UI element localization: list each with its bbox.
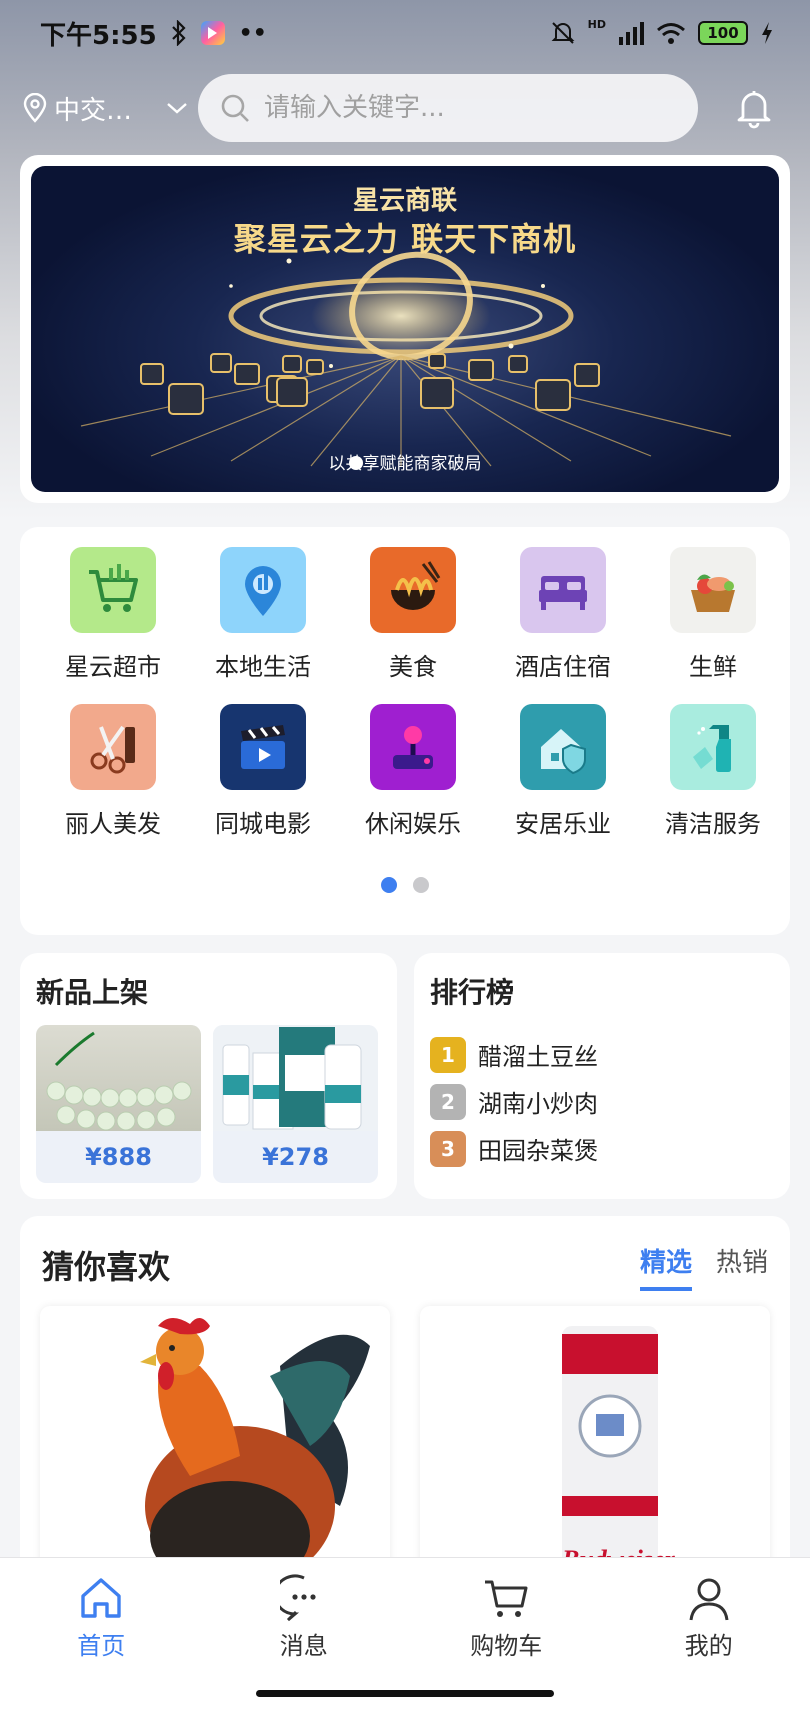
cart-icon [89,564,138,612]
pager-dot-active[interactable] [381,877,397,893]
clapperboard-icon [241,725,285,769]
category-label: 安居乐业 [515,810,611,838]
tab-hot-sales[interactable]: 热销 [716,1242,768,1291]
banner-card: 星云商联 聚星云之力 联天下商机 以共享赋能商家破局 [20,155,790,503]
category-label: 星云超市 [65,653,161,681]
rank-badge: 3 [430,1130,466,1167]
map-pin-icon [245,566,281,616]
bottom-tab-bar: 首页 消息 购物车 我的 [0,1557,810,1710]
home-indicator[interactable] [256,1690,554,1697]
recommendations-title: 猜你喜欢 [42,1248,171,1286]
status-time: 下午5:55 [40,20,157,51]
location-pin-icon [23,93,47,123]
ranking-title: 排行榜 [430,976,515,1009]
ranking-item-name: 醋溜土豆丝 [478,1043,598,1071]
category-supermarket[interactable]: 星云超市 [38,547,188,682]
tab-label: 消息 [279,1632,328,1660]
basket-icon [691,574,735,612]
category-beauty[interactable]: 丽人美发 [38,704,188,839]
category-card: 星云超市 本地生活 美食 酒店住宿 生鲜 丽人美发 同城电影 休闲娱乐 安居乐业… [20,527,790,935]
ranking-item[interactable]: 3 田园杂菜煲 [430,1125,774,1172]
bed-icon [539,576,587,610]
tab-home[interactable]: 首页 [0,1558,203,1710]
wifi-icon [657,23,685,44]
category-entertainment[interactable]: 休闲娱乐 [338,704,488,839]
ranking-item[interactable]: 1 醋溜土豆丝 [430,1031,774,1078]
tab-label: 首页 [77,1632,126,1660]
ranking-list: 1 醋溜土豆丝 2 湖南小炒肉 3 田园杂菜煲 [430,1031,774,1172]
noodle-bowl-icon [391,561,441,610]
app-notification-icon [200,21,225,45]
tab-label: 购物车 [470,1632,543,1660]
category-label: 清洁服务 [665,810,761,838]
category-cinema[interactable]: 同城电影 [188,704,338,839]
category-label: 生鲜 [689,653,737,681]
battery-indicator: 100 [698,21,748,45]
network-type: HD [587,18,606,31]
status-bar: 下午5:55 •• HD 100 [0,0,810,66]
category-label: 同城电影 [215,810,311,838]
house-shield-icon [541,729,586,775]
more-notifications-icon: •• [238,20,267,46]
recommendations-tabs: 精选 热销 [639,1242,768,1291]
signal-icon [619,22,644,45]
charging-icon [762,22,772,44]
category-label: 丽人美发 [65,810,161,838]
chevron-down-icon [167,103,187,114]
mute-bell-icon [551,22,575,44]
disinfectant-products-image [213,1025,378,1131]
search-bar[interactable] [198,74,698,142]
ranking-card[interactable]: 排行榜 1 醋溜土豆丝 2 湖南小炒肉 3 田园杂菜煲 [414,953,790,1199]
notification-bell-icon[interactable] [734,87,774,129]
banner-page-indicator [349,456,363,470]
category-label: 酒店住宿 [515,653,611,681]
new-product-item[interactable]: ¥278 [213,1025,378,1183]
ranking-item[interactable]: 2 湖南小炒肉 [430,1078,774,1125]
rank-badge: 1 [430,1036,466,1073]
cart-icon [485,1580,528,1617]
category-home[interactable]: 安居乐业 [488,704,638,839]
new-products-title: 新品上架 [36,976,149,1009]
tab-label: 我的 [684,1632,733,1660]
location-label: 中交… [54,95,133,126]
location-selector[interactable]: 中交… [22,90,198,127]
spray-bottle-icon [693,725,731,772]
ranking-item-name: 田园杂菜煲 [478,1137,598,1165]
category-cleaning[interactable]: 清洁服务 [638,704,788,839]
tab-messages[interactable]: 消息 [203,1558,406,1710]
user-icon [689,1578,729,1621]
galaxy-illustration [80,251,732,467]
top-header: 中交… [0,74,810,142]
tab-featured[interactable]: 精选 [639,1242,692,1291]
banner-subtitle: 以共享赋能商家破局 [328,454,482,474]
rank-badge: 2 [430,1083,466,1120]
home-icon [81,1578,121,1618]
bluetooth-icon [171,20,186,46]
ranking-item-name: 湖南小炒肉 [478,1090,598,1118]
message-icon [279,1574,316,1622]
search-icon [221,94,249,122]
scissors-icon [90,725,135,774]
promo-banner[interactable]: 星云商联 聚星云之力 联天下商机 以共享赋能商家破局 [31,166,779,492]
category-label: 本地生活 [215,653,311,681]
new-products-card[interactable]: 新品上架 ¥888 ¥278 [20,953,397,1199]
pager-dot[interactable] [413,877,429,893]
joystick-icon [393,726,433,769]
tab-cart[interactable]: 购物车 [405,1558,608,1710]
product-price: ¥888 [85,1143,152,1171]
new-product-item[interactable]: ¥888 [36,1025,201,1183]
tab-profile[interactable]: 我的 [608,1558,810,1710]
search-input[interactable] [264,93,664,123]
category-grid: 星云超市 本地生活 美食 酒店住宿 生鲜 丽人美发 同城电影 休闲娱乐 安居乐业… [38,547,788,839]
category-pager [20,877,790,893]
category-fresh[interactable]: 生鲜 [638,547,788,682]
product-price: ¥278 [262,1143,329,1171]
category-food[interactable]: 美食 [338,547,488,682]
category-label: 美食 [389,653,437,681]
category-label: 休闲娱乐 [365,810,461,838]
category-hotel[interactable]: 酒店住宿 [488,547,638,682]
category-local-life[interactable]: 本地生活 [188,547,338,682]
jade-bracelet-image [36,1025,201,1131]
